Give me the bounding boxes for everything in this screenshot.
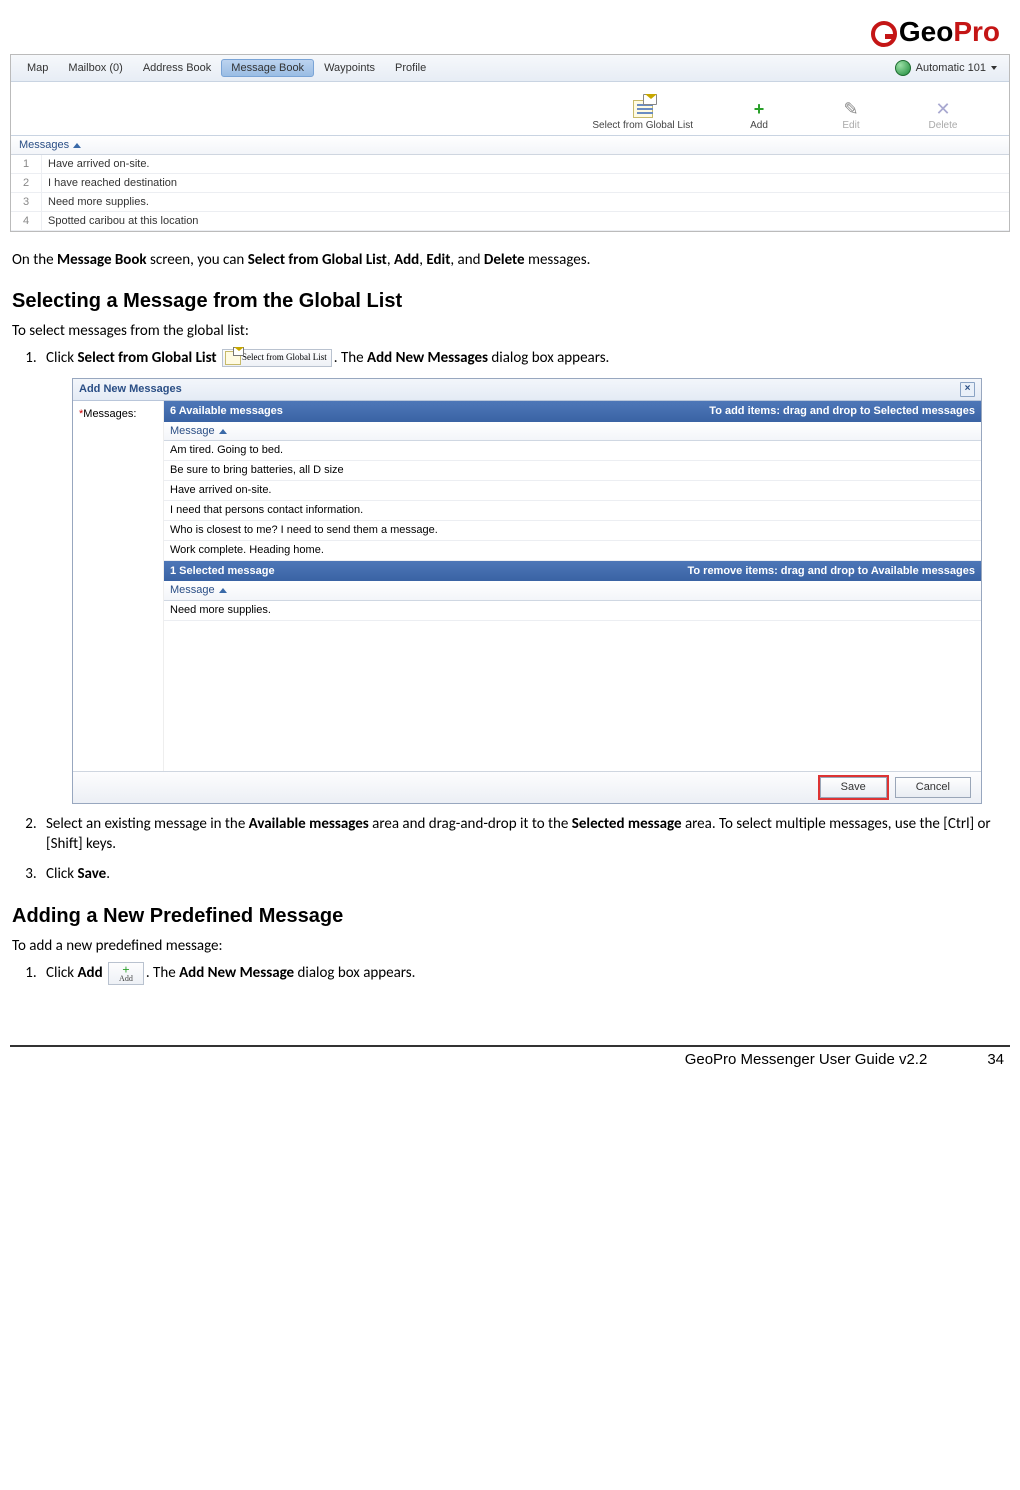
- inline-add-button: + Add: [108, 962, 144, 985]
- list-item[interactable]: Be sure to bring batteries, all D size: [164, 461, 981, 481]
- step-1: Click Select from Global List Select fro…: [40, 348, 1008, 804]
- step-3: Click Save.: [40, 864, 1008, 884]
- step-2: Select an existing message in the Availa…: [40, 814, 1008, 855]
- heading-add-predefined: Adding a New Predefined Message: [12, 903, 1008, 930]
- sort-asc-icon: [219, 588, 227, 593]
- edit-icon: ✎: [841, 100, 861, 118]
- selected-column-header[interactable]: Message: [164, 581, 981, 601]
- toolbar: Select from Global List + Add ✎ Edit ✕ D…: [11, 82, 1009, 136]
- toolbar-add[interactable]: + Add: [733, 100, 785, 131]
- menu-map[interactable]: Map: [17, 59, 58, 77]
- sort-asc-icon: [219, 429, 227, 434]
- logo-text-1: Geo: [899, 16, 953, 47]
- logo-g-icon: [871, 21, 897, 47]
- list-item[interactable]: Have arrived on-site.: [164, 481, 981, 501]
- chevron-down-icon: [991, 66, 997, 70]
- heading-select-global: Selecting a Message from the Global List: [12, 288, 1008, 315]
- toolbar-select-label: Select from Global List: [592, 120, 693, 131]
- toolbar-delete-label: Delete: [929, 120, 958, 131]
- dialog-footer: Save Cancel: [73, 771, 981, 803]
- page-footer: GeoPro Messenger User Guide v2.2 34: [10, 1045, 1010, 1068]
- menu-profile[interactable]: Profile: [385, 59, 436, 77]
- empty-space: [164, 621, 981, 771]
- mode-label: Automatic 101: [916, 62, 986, 74]
- save-button[interactable]: Save: [820, 777, 887, 798]
- dialog-close-button[interactable]: ×: [960, 382, 975, 397]
- list-envelope-icon: [225, 351, 241, 365]
- table-row[interactable]: 3Need more supplies.: [11, 193, 1009, 212]
- toolbar-edit-label: Edit: [842, 120, 859, 131]
- plus-icon: +: [749, 100, 769, 118]
- sort-asc-icon: [73, 143, 81, 148]
- step-b1: Click Add + Add . The Add New Message di…: [40, 962, 1008, 985]
- table-row[interactable]: 2I have reached destination: [11, 174, 1009, 193]
- table-row[interactable]: 4Spotted caribou at this location: [11, 212, 1009, 231]
- logo-text-2: Pro: [953, 16, 1000, 47]
- footer-title: GeoPro Messenger User Guide v2.2: [685, 1051, 928, 1068]
- message-book-screenshot: Map Mailbox (0) Address Book Message Boo…: [10, 54, 1010, 232]
- globe-icon: [895, 60, 911, 76]
- toolbar-edit[interactable]: ✎ Edit: [825, 100, 877, 131]
- table-row[interactable]: 1Have arrived on-site.: [11, 155, 1009, 174]
- list-item[interactable]: Need more supplies.: [164, 601, 981, 621]
- toolbar-delete[interactable]: ✕ Delete: [917, 100, 969, 131]
- list-item[interactable]: Am tired. Going to bed.: [164, 441, 981, 461]
- selected-header: 1 Selected message To remove items: drag…: [164, 561, 981, 582]
- lead-add-predefined: To add a new predefined message:: [12, 936, 1008, 956]
- list-item[interactable]: Who is closest to me? I need to send the…: [164, 521, 981, 541]
- list-envelope-icon: [633, 100, 653, 118]
- page-number: 34: [987, 1051, 1004, 1068]
- lead-select-global: To select messages from the global list:: [12, 321, 1008, 341]
- add-new-messages-dialog: Add New Messages × *Messages: 6 Availabl…: [72, 378, 982, 804]
- available-header: 6 Available messages To add items: drag …: [164, 401, 981, 422]
- messages-column-header[interactable]: Messages: [11, 136, 1009, 155]
- list-item[interactable]: Work complete. Heading home.: [164, 541, 981, 561]
- list-item[interactable]: I need that persons contact information.: [164, 501, 981, 521]
- available-column-header[interactable]: Message: [164, 422, 981, 442]
- dialog-field-label: *Messages:: [73, 401, 163, 771]
- inline-select-from-global-list-button: Select from Global List: [222, 349, 332, 367]
- intro-paragraph: On the Message Book screen, you can Sele…: [12, 250, 1008, 270]
- menu-mailbox[interactable]: Mailbox (0): [58, 59, 132, 77]
- dialog-title-bar: Add New Messages ×: [73, 379, 981, 401]
- column-header-label: Messages: [19, 139, 69, 151]
- menu-waypoints[interactable]: Waypoints: [314, 59, 385, 77]
- menu-message-book[interactable]: Message Book: [221, 59, 314, 77]
- toolbar-add-label: Add: [750, 120, 768, 131]
- close-icon: ✕: [933, 100, 953, 118]
- dialog-title: Add New Messages: [79, 382, 182, 397]
- toolbar-select-global[interactable]: Select from Global List: [592, 100, 693, 131]
- app-menu-bar: Map Mailbox (0) Address Book Message Boo…: [11, 55, 1009, 82]
- brand-logo: GeoPro: [10, 10, 1010, 50]
- menu-address-book[interactable]: Address Book: [133, 59, 221, 77]
- mode-selector[interactable]: Automatic 101: [889, 60, 1003, 76]
- cancel-button[interactable]: Cancel: [895, 777, 971, 798]
